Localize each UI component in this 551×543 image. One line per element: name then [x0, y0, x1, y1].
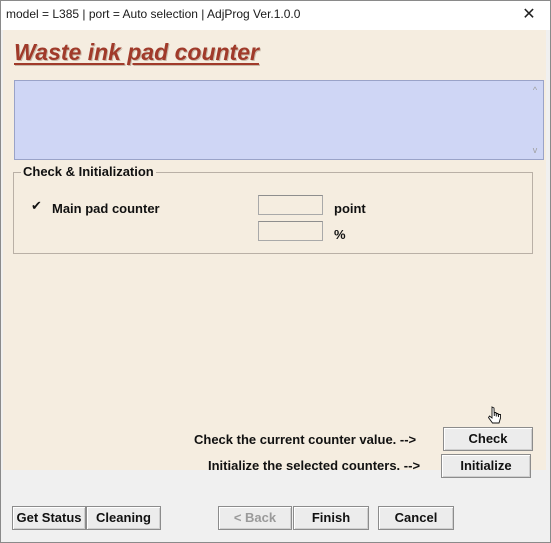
page-title: Waste ink pad counter: [14, 39, 259, 65]
cleaning-button[interactable]: Cleaning: [86, 506, 161, 530]
check-initialization-group: Check & Initialization ✔ Main pad counte…: [13, 164, 533, 254]
get-status-button[interactable]: Get Status: [12, 506, 86, 530]
close-icon[interactable]: ✕: [516, 4, 542, 26]
initialize-hint-text: Initialize the selected counters. -->: [208, 458, 421, 473]
message-display[interactable]: ^ v: [14, 80, 544, 160]
content-panel: Waste ink pad counter ^ v Check & Initia…: [3, 30, 546, 473]
percent-value-field[interactable]: [258, 221, 323, 241]
point-value-field[interactable]: [258, 195, 323, 215]
main-pad-counter-label: Main pad counter: [52, 201, 160, 216]
main-pad-counter-checkbox[interactable]: ✔: [31, 199, 42, 212]
group-legend: Check & Initialization: [21, 164, 156, 179]
dialog-client-area: Waste ink pad counter ^ v Check & Initia…: [1, 30, 550, 542]
scroll-down-icon[interactable]: v: [530, 145, 540, 155]
mouse-cursor-icon: [488, 406, 501, 424]
title-bar: model = L385 | port = Auto selection | A…: [1, 1, 550, 30]
point-unit-label: point: [334, 201, 366, 216]
scroll-up-icon[interactable]: ^: [530, 85, 540, 95]
check-button[interactable]: Check: [443, 427, 533, 451]
window-title: model = L385 | port = Auto selection | A…: [6, 7, 301, 21]
check-hint-text: Check the current counter value. -->: [194, 432, 417, 447]
cancel-button[interactable]: Cancel: [378, 506, 454, 530]
adjprog-window: model = L385 | port = Auto selection | A…: [0, 0, 551, 543]
initialize-button[interactable]: Initialize: [441, 454, 531, 478]
finish-button[interactable]: Finish: [293, 506, 369, 530]
percent-unit-label: %: [334, 227, 346, 242]
back-button[interactable]: < Back: [218, 506, 292, 530]
